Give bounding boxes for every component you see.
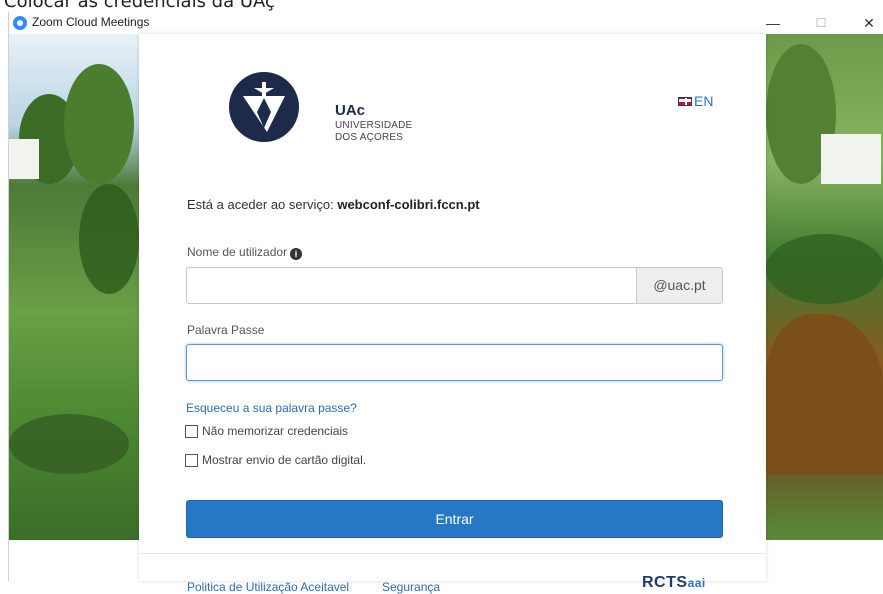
zoom-app-icon [13, 16, 27, 30]
username-input[interactable] [186, 267, 636, 304]
service-host: webconf-colibri.fccn.pt [337, 197, 480, 212]
username-label: Nome de utilizador i [187, 245, 303, 260]
brand-line-1: UNIVERSIDADE [335, 120, 413, 131]
username-domain-addon: @uac.pt [636, 267, 723, 304]
show-card-label: Mostrar envio de cartão digital. [202, 453, 367, 467]
no-remember-label: Não memorizar credenciais [202, 424, 349, 438]
submit-button[interactable]: Entrar [186, 500, 723, 538]
no-remember-checkbox[interactable] [185, 424, 198, 438]
show-card-checkbox[interactable] [185, 453, 198, 467]
rcts-main-text: RCTS [642, 574, 688, 591]
maximize-button[interactable]: ☐ [799, 12, 843, 34]
window-title: Zoom Cloud Meetings [32, 15, 150, 29]
minimize-button[interactable]: — [751, 12, 795, 34]
no-remember-checkbox-row[interactable]: Não memorizar credenciais [185, 424, 348, 438]
brand-name: UAc [335, 102, 366, 119]
footer-divider [139, 553, 766, 554]
security-link[interactable]: Segurança [382, 580, 440, 594]
password-label: Palavra Passe [187, 323, 265, 337]
outer-caption: Colocar as credenciais da UAç [4, 0, 275, 12]
show-card-checkbox-row[interactable]: Mostrar envio de cartão digital. [185, 453, 366, 467]
title-bar: Zoom Cloud Meetings — ☐ ✕ [9, 12, 883, 34]
language-label: EN [694, 93, 714, 109]
zoom-window: Zoom Cloud Meetings — ☐ ✕ UAc UNIVERSIDA… [8, 12, 883, 594]
background-photo-left [9, 34, 139, 540]
forgot-password-link[interactable]: Esqueceu a sua palavra passe? [186, 401, 357, 415]
policy-link[interactable]: Politica de Utilização Aceitavel [187, 580, 349, 594]
rcts-logo: RCTSaai [642, 574, 706, 592]
service-line: Está a aceder ao serviço: webconf-colibr… [187, 197, 480, 212]
rcts-sub-text: aai [687, 576, 706, 590]
close-button[interactable]: ✕ [847, 12, 883, 34]
uk-flag-icon [678, 97, 692, 106]
uac-logo-icon [229, 72, 299, 142]
brand-line-2: DOS AÇORES [335, 132, 404, 143]
service-prefix: Está a aceder ao serviço: [187, 197, 334, 212]
login-panel: UAc UNIVERSIDADE DOS AÇORES EN Está a ac… [139, 34, 766, 594]
password-input[interactable] [186, 344, 723, 381]
background-photo-right [766, 34, 883, 540]
language-switch[interactable]: EN [678, 93, 713, 109]
username-label-text: Nome de utilizador [187, 245, 288, 259]
info-icon[interactable]: i [290, 248, 303, 260]
